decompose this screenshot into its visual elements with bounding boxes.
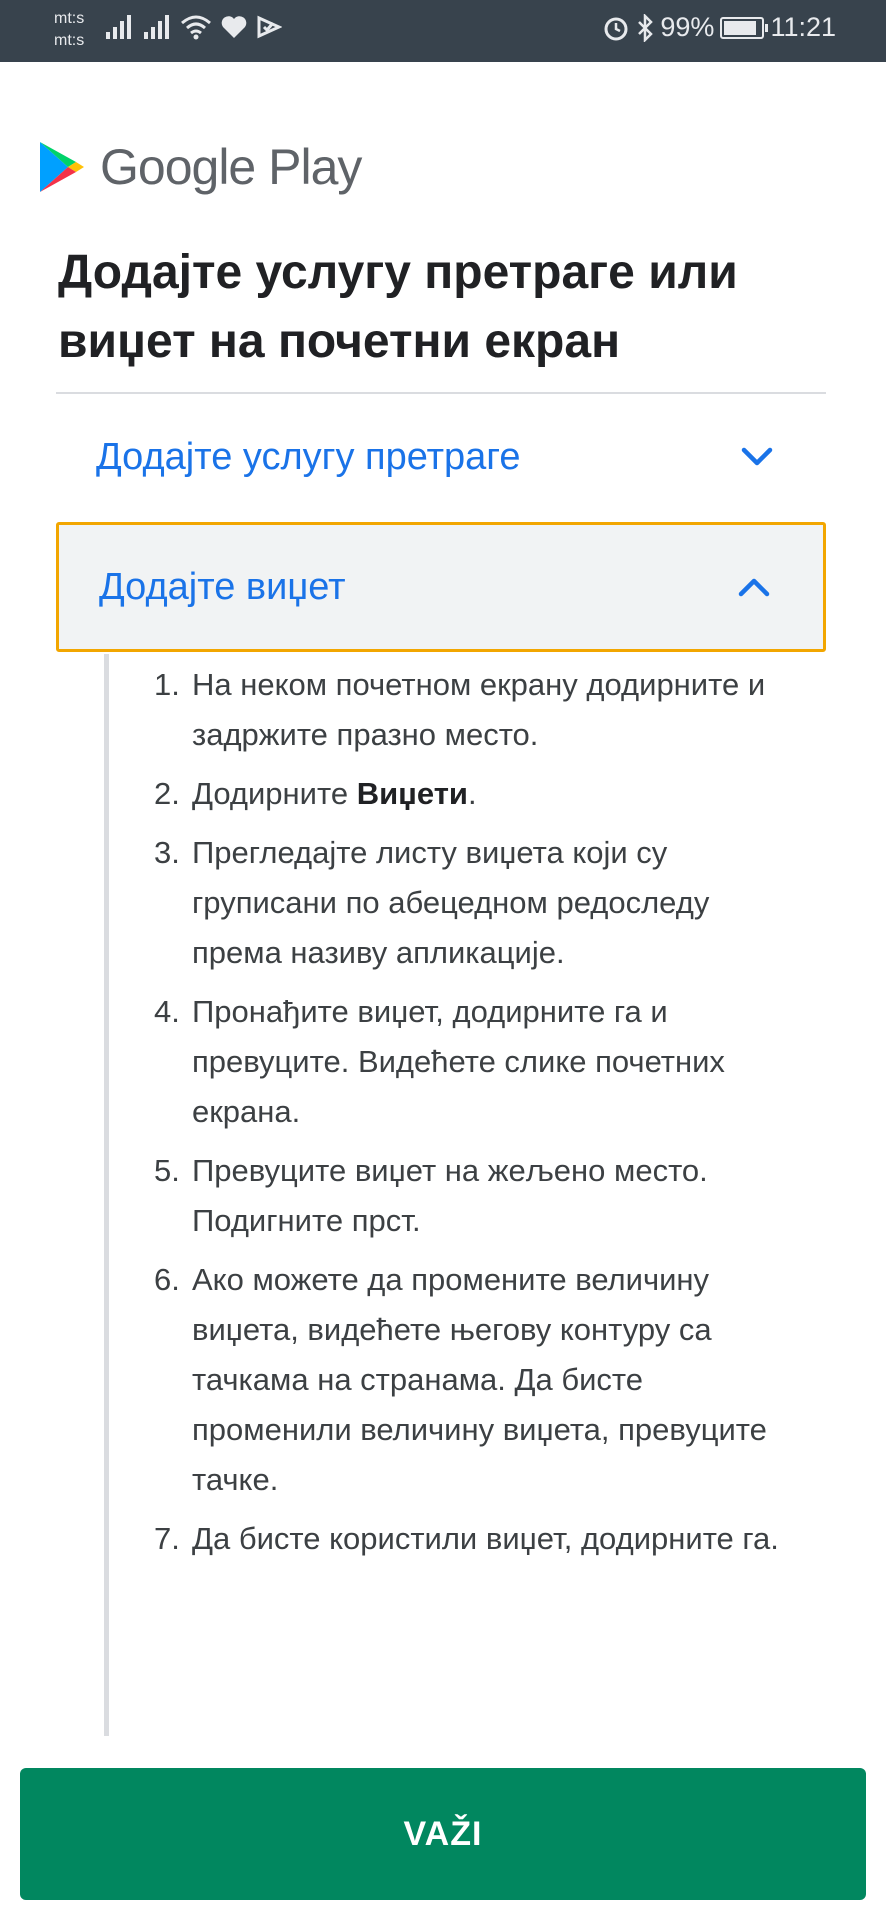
step-text: Прегледајте листу виџета који су груписа…: [192, 835, 710, 970]
chevron-down-icon: [741, 447, 773, 466]
bluetooth-icon: [638, 13, 654, 42]
step-number: 1.: [154, 667, 180, 702]
ok-button[interactable]: VAŽI: [20, 1768, 866, 1900]
heart-icon: [221, 16, 247, 38]
battery-percent: 99%: [660, 12, 715, 42]
battery-level: [724, 20, 757, 35]
page-title: Додајте услугу претраге или виџет на поч…: [58, 246, 738, 368]
carrier-labels: mt:s mt:s: [54, 8, 84, 52]
check-icon: [257, 15, 282, 39]
list-item: 6. Ако можете да промените величину виџе…: [148, 1255, 798, 1505]
battery-icon: [720, 16, 769, 39]
steps-indent-bar: [104, 654, 109, 1736]
logo-text: Google Play: [100, 139, 362, 195]
list-item: 5. Превуците виџет на жељено место. Поди…: [148, 1146, 798, 1246]
accordion-add-widget[interactable]: Додајте виџет: [56, 522, 826, 652]
status-bar: mt:s mt:s 99% 11:21: [0, 0, 886, 62]
step-text-after: .: [467, 776, 477, 811]
step-text: На неком почетном екрану додирните и зад…: [192, 667, 766, 752]
step-text: Превуците виџет на жељено место. Подигни…: [192, 1153, 708, 1238]
step-text: Да бисте користили виџет, додирните га.: [192, 1521, 779, 1556]
list-item: 1. На неком почетном екрану додирните и …: [148, 660, 798, 760]
steps-list: 1. На неком почетном екрану додирните и …: [148, 660, 798, 1573]
clock: 11:21: [770, 12, 836, 42]
alarm-icon: [604, 17, 628, 40]
step-text: Пронађите виџет, додирните га и превуцит…: [192, 994, 725, 1129]
wifi-icon: [181, 15, 211, 40]
list-item: 2. Додирните Виџети.: [148, 769, 798, 819]
status-icons-right: 99% 11:21: [602, 12, 836, 43]
list-item: 4. Пронађите виџет, додирните га и преву…: [148, 987, 798, 1137]
accordion-label: Додајте услугу претраге: [96, 435, 521, 478]
chevron-up-icon: [738, 578, 770, 597]
google-play-logo: Google Play: [38, 138, 362, 196]
signal-icon: [106, 15, 131, 39]
accordion-add-search-service[interactable]: Додајте услугу претраге: [56, 393, 826, 521]
step-text-bold: Виџети: [356, 776, 468, 811]
signal-icon: [144, 15, 169, 39]
list-item: 7. Да бисте користили виџет, додирните г…: [148, 1514, 798, 1564]
accordion-label: Додајте виџет: [99, 565, 346, 608]
step-number: 6.: [154, 1262, 180, 1297]
status-icons-left: [104, 14, 282, 40]
play-store-icon: [40, 142, 84, 192]
step-number: 2.: [154, 776, 180, 811]
step-number: 3.: [154, 835, 180, 870]
step-number: 7.: [154, 1521, 180, 1556]
carrier-1-label: mt:s: [54, 10, 85, 27]
list-item: 3. Прегледајте листу виџета који су груп…: [148, 828, 798, 978]
carrier-2-label: mt:s: [54, 32, 85, 49]
step-text-before: Додирните: [192, 776, 357, 811]
step-number: 4.: [154, 994, 180, 1029]
step-text: Ако можете да промените величину виџета,…: [192, 1262, 767, 1497]
step-number: 5.: [154, 1153, 180, 1188]
